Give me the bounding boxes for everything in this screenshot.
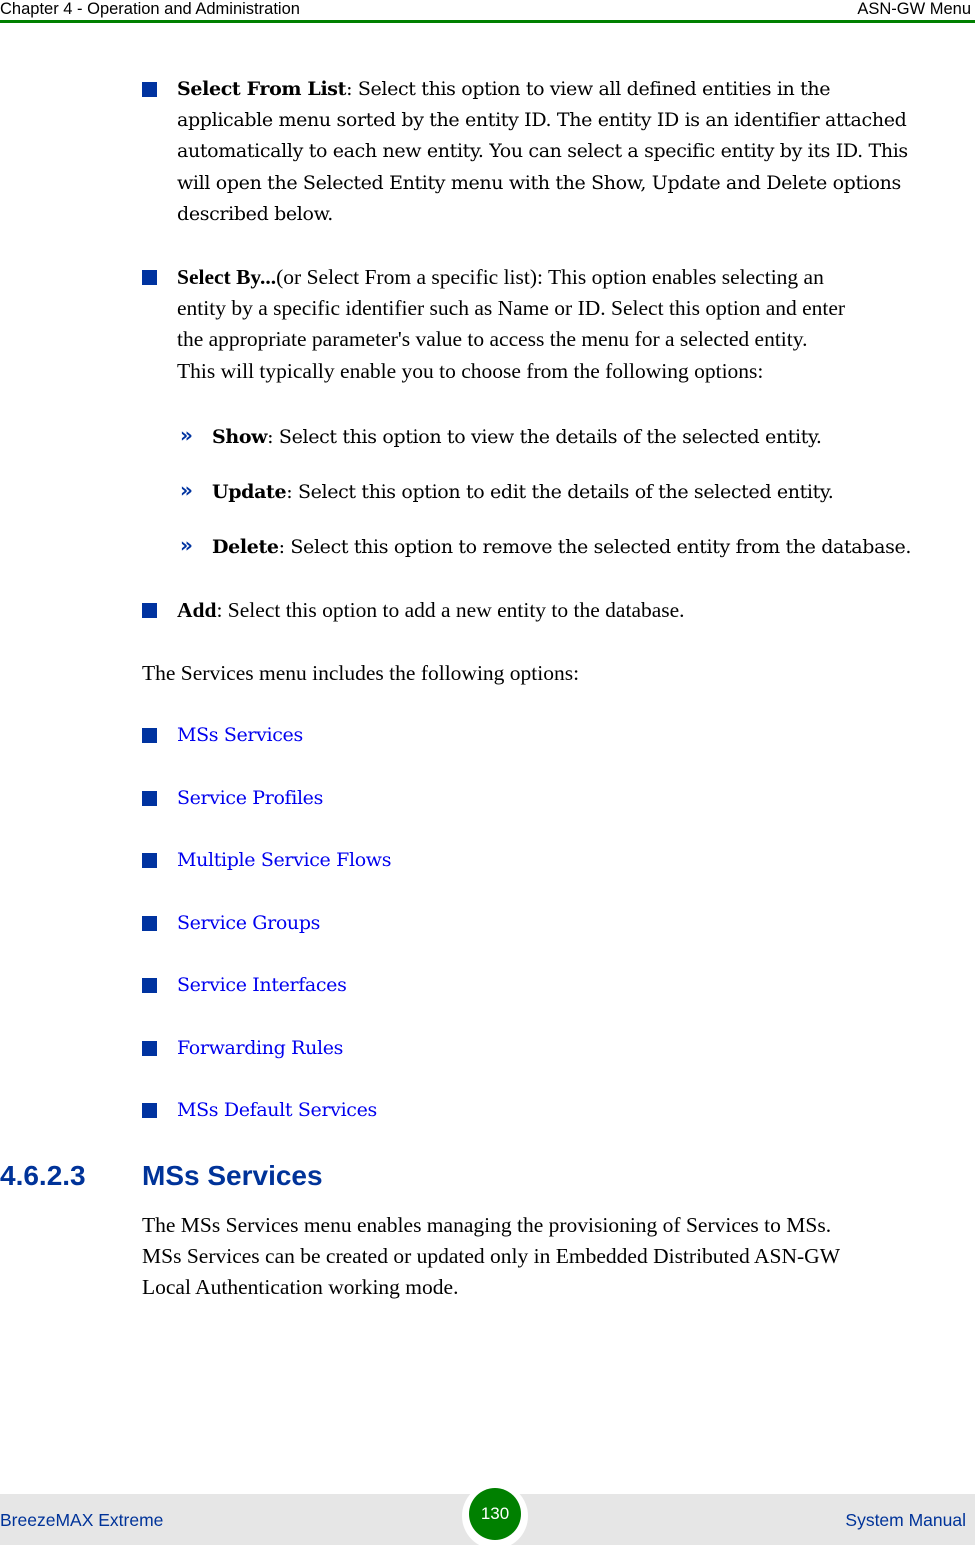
services-intro: The Services menu includes the following… xyxy=(142,661,580,685)
square-bullet-icon xyxy=(142,603,157,618)
option-term: Select From List xyxy=(177,78,347,100)
option-select-by: Select By...(or Select From a specific l… xyxy=(177,265,846,383)
sub-option-delete: Delete: Select this option to remove the… xyxy=(212,536,912,558)
link-multiple-service-flows[interactable]: Multiple Service Flows xyxy=(177,845,973,876)
product-name: BreezeMAX Extreme xyxy=(0,1510,164,1530)
square-bullet-icon xyxy=(142,978,157,993)
document-type: System Manual xyxy=(845,1510,966,1530)
square-bullet-icon xyxy=(142,270,157,285)
square-bullet-icon xyxy=(142,1041,157,1056)
header-divider xyxy=(0,20,975,23)
square-bullet-icon xyxy=(142,1103,157,1118)
section-title: MSs Services xyxy=(142,1160,323,1191)
square-bullet-icon xyxy=(142,82,157,97)
option-select-from-list: Select From List: Select this option to … xyxy=(177,78,908,225)
link-mss-services[interactable]: MSs Services xyxy=(177,720,973,751)
link-forwarding-rules[interactable]: Forwarding Rules xyxy=(177,1033,973,1064)
link-service-profiles[interactable]: Service Profiles xyxy=(177,783,973,814)
link-service-interfaces[interactable]: Service Interfaces xyxy=(177,970,973,1001)
link-mss-default-services[interactable]: MSs Default Services xyxy=(177,1095,973,1126)
section-body: The MSs Services menu enables managing t… xyxy=(142,1213,840,1300)
section-name: ASN-GW Menu xyxy=(857,0,971,18)
sub-option-update: Update: Select this option to edit the d… xyxy=(212,481,834,503)
chevron-right-double-icon: » xyxy=(180,478,193,502)
link-service-groups[interactable]: Service Groups xyxy=(177,908,973,939)
square-bullet-icon xyxy=(142,791,157,806)
square-bullet-icon xyxy=(142,916,157,931)
chevron-right-double-icon: » xyxy=(180,423,193,447)
section-number: 4.6.2.3 xyxy=(0,1160,86,1191)
square-bullet-icon xyxy=(142,853,157,868)
sub-option-show: Show: Select this option to view the det… xyxy=(212,426,822,448)
page-number-badge: 130 xyxy=(469,1488,521,1540)
option-term: Select By... xyxy=(177,265,277,289)
page-header: Chapter 4 - Operation and Administration… xyxy=(0,0,975,22)
chapter-title: Chapter 4 - Operation and Administration xyxy=(0,0,300,18)
chevron-right-double-icon: » xyxy=(180,533,193,557)
option-add: Add: Select this option to add a new ent… xyxy=(177,598,685,622)
square-bullet-icon xyxy=(142,728,157,743)
